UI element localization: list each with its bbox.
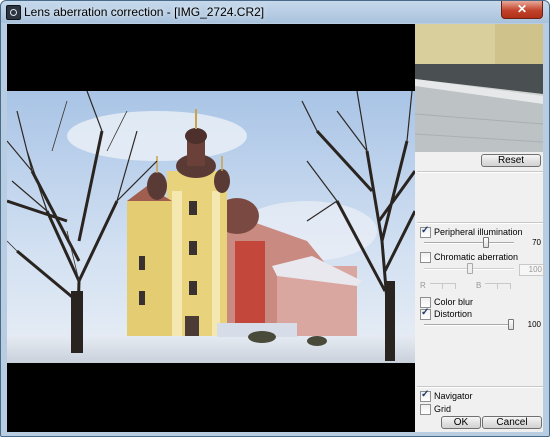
peripheral-illumination-value[interactable]: 70 [519, 238, 541, 248]
image-preview[interactable] [7, 24, 415, 432]
chromatic-b-slider[interactable] [485, 283, 498, 289]
peripheral-illumination-label: Peripheral illumination [434, 227, 523, 237]
separator-top [417, 171, 543, 173]
distortion-value[interactable]: 100 [519, 320, 541, 330]
church-photo [7, 91, 415, 363]
navigator-thumbnail[interactable] [415, 24, 543, 152]
distortion-label: Distortion [434, 309, 473, 319]
chromatic-aberration-checkbox[interactable] [420, 252, 431, 263]
chromatic-b-slider-2[interactable] [498, 283, 511, 289]
navigator-checkbox[interactable] [420, 389, 431, 402]
ok-button[interactable]: OK [441, 416, 481, 429]
chromatic-aberration-slider-thumb[interactable] [467, 263, 473, 274]
peripheral-illumination-row[interactable]: Peripheral illumination [420, 225, 523, 238]
close-button[interactable]: ✕ [501, 1, 543, 19]
dialog-window: Lens aberration correction - [IMG_2724.C… [0, 0, 550, 437]
distortion-row[interactable]: Distortion [420, 307, 473, 320]
chromatic-aberration-label: Chromatic aberration [434, 252, 519, 262]
chromatic-r-slider-2[interactable] [443, 283, 456, 289]
chromatic-aberration-row[interactable]: Chromatic aberration [420, 251, 518, 263]
peripheral-illumination-slider-thumb[interactable] [482, 237, 489, 248]
grid-label: Grid [434, 404, 452, 414]
peripheral-illumination-checkbox[interactable] [420, 225, 431, 238]
distortion-checkbox[interactable] [420, 307, 431, 320]
cancel-button[interactable]: Cancel [482, 416, 542, 429]
chromatic-aberration-value[interactable]: 100 [519, 264, 544, 276]
navigator-zoom-image [415, 24, 543, 152]
grid-row[interactable]: Grid [420, 403, 451, 415]
grid-checkbox[interactable] [420, 404, 431, 415]
dialog-client-area: Reset Peripheral illumination 70 Chromat… [7, 24, 544, 432]
camera-app-icon [6, 5, 21, 20]
peripheral-illumination-slider[interactable] [424, 237, 514, 248]
window-title: Lens aberration correction - [IMG_2724.C… [24, 5, 265, 19]
navigator-row[interactable]: Navigator [420, 389, 473, 402]
title-bar[interactable]: Lens aberration correction - [IMG_2724.C… [1, 1, 549, 23]
chromatic-r-slider[interactable] [430, 283, 443, 289]
separator-middle [417, 222, 543, 224]
distortion-slider-thumb[interactable] [508, 319, 514, 330]
chromatic-b-label: B [476, 281, 482, 290]
color-blur-label: Color blur [434, 297, 474, 307]
chromatic-r-label: R [420, 281, 426, 290]
chromatic-aberration-slider[interactable] [424, 263, 514, 274]
reset-button[interactable]: Reset [481, 154, 541, 167]
distortion-slider[interactable] [424, 319, 514, 330]
separator-bottom [417, 386, 543, 388]
navigator-label: Navigator [434, 391, 473, 401]
